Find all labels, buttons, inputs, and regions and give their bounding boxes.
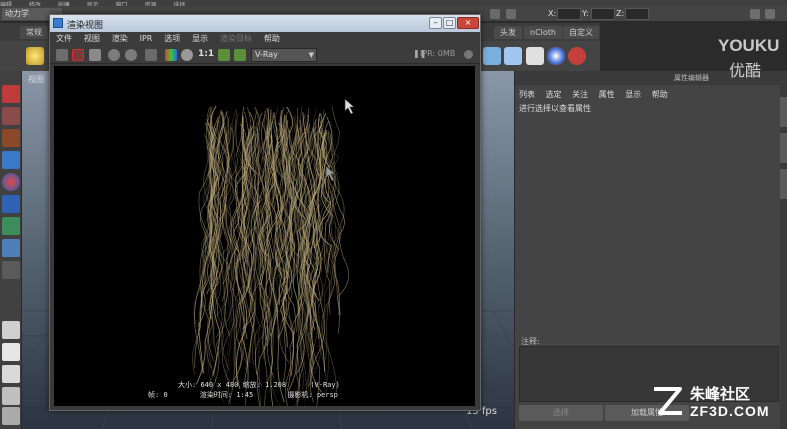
paint-select-icon[interactable] [2, 129, 20, 147]
render-view-window: 渲染视图 – □ × 文件 视图 渲染 IPR 选项 显示 渲染目标 帮助 1:… [49, 14, 481, 411]
toolbox [0, 71, 22, 429]
shelf-tool3-icon[interactable] [526, 47, 544, 65]
side-tab-tool[interactable] [780, 133, 787, 163]
panel2-icon[interactable] [765, 9, 775, 19]
rv-menu-render[interactable]: 渲染 [112, 34, 128, 43]
layout-four-icon[interactable] [2, 343, 20, 361]
side-tabs [780, 71, 787, 429]
snapshot-icon[interactable] [89, 49, 101, 61]
youku-watermark-cn: 优酷 [729, 61, 762, 80]
renderer-select-value: V-Ray [255, 50, 278, 59]
attr-menu-attributes[interactable]: 属性 [599, 90, 615, 99]
refresh-ipr-icon[interactable] [125, 49, 137, 61]
youku-watermark: YOUKU [718, 36, 780, 55]
shelf-tab-custom[interactable]: 自定义 [563, 26, 599, 39]
snap-curve-icon[interactable] [506, 9, 516, 19]
x-label: X: [548, 9, 557, 18]
y-label: Y: [582, 9, 589, 18]
rgb-channels-icon[interactable] [165, 49, 177, 61]
attr-menu-help[interactable]: 帮助 [652, 90, 668, 99]
rv-menu-help[interactable]: 帮助 [264, 34, 280, 43]
zf3d-watermark: 朱峰社区 ZF3D.COM [650, 383, 780, 423]
alpha-channel-icon[interactable] [181, 49, 193, 61]
attr-hint: 进行选择以查看属性 [519, 104, 591, 113]
ipr-render-icon[interactable] [108, 49, 120, 61]
rv-menu-file[interactable]: 文件 [56, 34, 72, 43]
side-tab-channel[interactable] [780, 169, 787, 199]
render-view-toolbar: 1:1 V-Ray ▼ ❚❚ IPR: 0MB [50, 46, 480, 64]
render-view-title: 渲染视图 [67, 21, 104, 31]
attr-menu-selected[interactable]: 选定 [546, 90, 562, 99]
soft-mod-icon[interactable] [2, 239, 20, 257]
attr-menu-list[interactable]: 列表 [519, 90, 535, 99]
zf3d-watermark-en: ZF3D.COM [690, 403, 770, 419]
manipulator-icon[interactable] [2, 217, 20, 235]
mouse-cursor-icon [344, 98, 355, 115]
ratio-button[interactable]: 1:1 [198, 49, 214, 59]
layout-single-icon[interactable] [2, 321, 20, 339]
z-label: Z: [616, 9, 625, 18]
attr-menu-focus[interactable]: 关注 [572, 90, 588, 99]
keep-image-icon[interactable] [218, 49, 230, 61]
render-region-icon[interactable] [72, 49, 84, 61]
ipr-memory: IPR: 0MB [420, 49, 456, 58]
rv-menu-view[interactable]: 视图 [84, 34, 100, 43]
stats-icon[interactable] [145, 49, 157, 61]
layout-two-icon[interactable] [2, 365, 20, 383]
render-canvas[interactable]: 大小: 640 x 480 缩放: 1.208 (V-Ray) 帧: 0 渲染时… [54, 66, 475, 406]
x-field[interactable] [557, 8, 581, 20]
mouse-cursor-trail-icon [325, 165, 336, 182]
lasso-tool-icon[interactable] [2, 107, 20, 125]
z-field[interactable] [625, 8, 649, 20]
shelf-tool1-icon[interactable] [483, 47, 501, 65]
chevron-down-icon: ▼ [308, 51, 314, 59]
shelf-tab-general[interactable]: 常规 [20, 26, 48, 39]
rv-menu-options[interactable]: 选项 [164, 34, 180, 43]
shelf-tool2-icon[interactable] [504, 47, 522, 65]
shelf-tab-ncloth[interactable]: nCloth [524, 26, 562, 39]
rv-menu-ipr[interactable]: IPR [140, 34, 153, 43]
zf3d-watermark-cn: 朱峰社区 [690, 385, 751, 403]
select-button[interactable]: 选择 [519, 405, 603, 421]
layout-custom-icon[interactable] [2, 407, 20, 425]
redo-render-icon[interactable] [56, 49, 68, 61]
remove-image-icon[interactable] [234, 49, 246, 61]
shelf-tab-hair[interactable]: 头发 [494, 26, 522, 39]
attr-menu: 列表 选定 关注 属性 显示 帮助 [519, 89, 676, 100]
render-view-app-icon [53, 18, 63, 28]
layout-outliner-icon[interactable] [2, 387, 20, 405]
select-tool-icon[interactable] [2, 85, 20, 103]
ipr-status-icon [464, 50, 473, 59]
snap-grid-icon[interactable] [490, 9, 500, 19]
scale-tool-icon[interactable] [2, 195, 20, 213]
cursor-overlay [325, 98, 355, 182]
side-tab-attribute[interactable] [780, 97, 787, 127]
panel-icon[interactable] [750, 9, 760, 19]
light-icon[interactable] [26, 47, 44, 65]
close-button[interactable]: × [457, 17, 479, 29]
rv-menu-render-target[interactable]: 渲染目标 [220, 34, 252, 43]
shader-ball-icon[interactable] [547, 47, 565, 65]
renderer-select[interactable]: V-Ray ▼ [251, 48, 317, 62]
attr-menu-show[interactable]: 显示 [625, 90, 641, 99]
render-view-titlebar[interactable]: 渲染视图 – □ × [50, 15, 480, 32]
viewport-menu[interactable]: 视图 [22, 74, 44, 88]
maximize-button[interactable]: □ [443, 17, 456, 29]
y-field[interactable] [591, 8, 615, 20]
paint-brush-icon[interactable] [568, 47, 586, 65]
attribute-editor: 属性编辑器 列表 选定 关注 属性 显示 帮助 进行选择以查看属性 注释: 选择… [514, 71, 781, 429]
render-view-menubar: 文件 视图 渲染 IPR 选项 显示 渲染目标 帮助 [50, 32, 480, 46]
minimize-button[interactable]: – [429, 17, 442, 29]
move-tool-icon[interactable] [2, 151, 20, 169]
rotate-tool-icon[interactable] [2, 173, 20, 191]
rv-menu-display[interactable]: 显示 [192, 34, 208, 43]
last-tool-icon[interactable] [2, 261, 20, 279]
zf3d-logo-icon [654, 387, 682, 415]
